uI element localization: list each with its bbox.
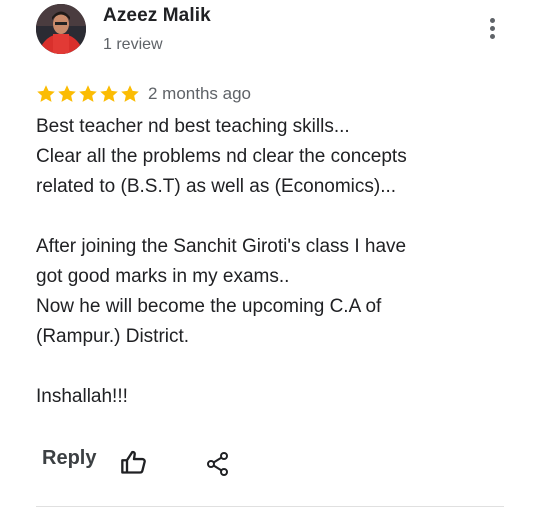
star-icon [100, 85, 118, 102]
author-name[interactable]: Azeez Malik [103, 5, 211, 27]
review-text-line: (Rampur.) District. [36, 326, 190, 347]
review-date: 2 months ago [148, 84, 252, 103]
review-text-line: Best teacher nd best teaching skills... [36, 116, 350, 137]
review-text-line: After joining the Sanchit Giroti's class… [36, 236, 407, 257]
star-icon [37, 85, 55, 102]
reply-button[interactable]: Reply [42, 447, 96, 470]
review-text-line: got good marks in my exams.. [36, 266, 290, 287]
review-actions: Reply [36, 442, 516, 482]
rating-row: 2 months ago [36, 84, 251, 104]
thumb-up-icon [121, 450, 146, 474]
divider [36, 506, 504, 507]
review-count: 1 review [103, 36, 163, 53]
star-rating [36, 84, 140, 104]
star-icon [58, 85, 76, 102]
avatar[interactable] [36, 4, 86, 54]
review-text-line: Inshallah!!! [36, 386, 128, 407]
review-text: Best teacher nd best teaching skills... C… [36, 112, 516, 412]
star-icon [79, 85, 97, 102]
review-text-line: related to (B.S.T) as well as (Economics… [36, 176, 397, 197]
more-vert-icon [489, 17, 495, 23]
share-icon [207, 452, 228, 476]
more-options-button[interactable] [480, 12, 504, 44]
review-text-line: Clear all the problems nd clear the conc… [36, 146, 407, 167]
more-vert-icon-dot [489, 25, 495, 31]
star-icon [121, 85, 139, 102]
like-button[interactable] [120, 448, 148, 476]
share-button[interactable] [206, 451, 230, 477]
review-text-line: Now he will become the upcoming C.A of [36, 296, 382, 317]
more-vert-icon-dot [489, 33, 495, 39]
